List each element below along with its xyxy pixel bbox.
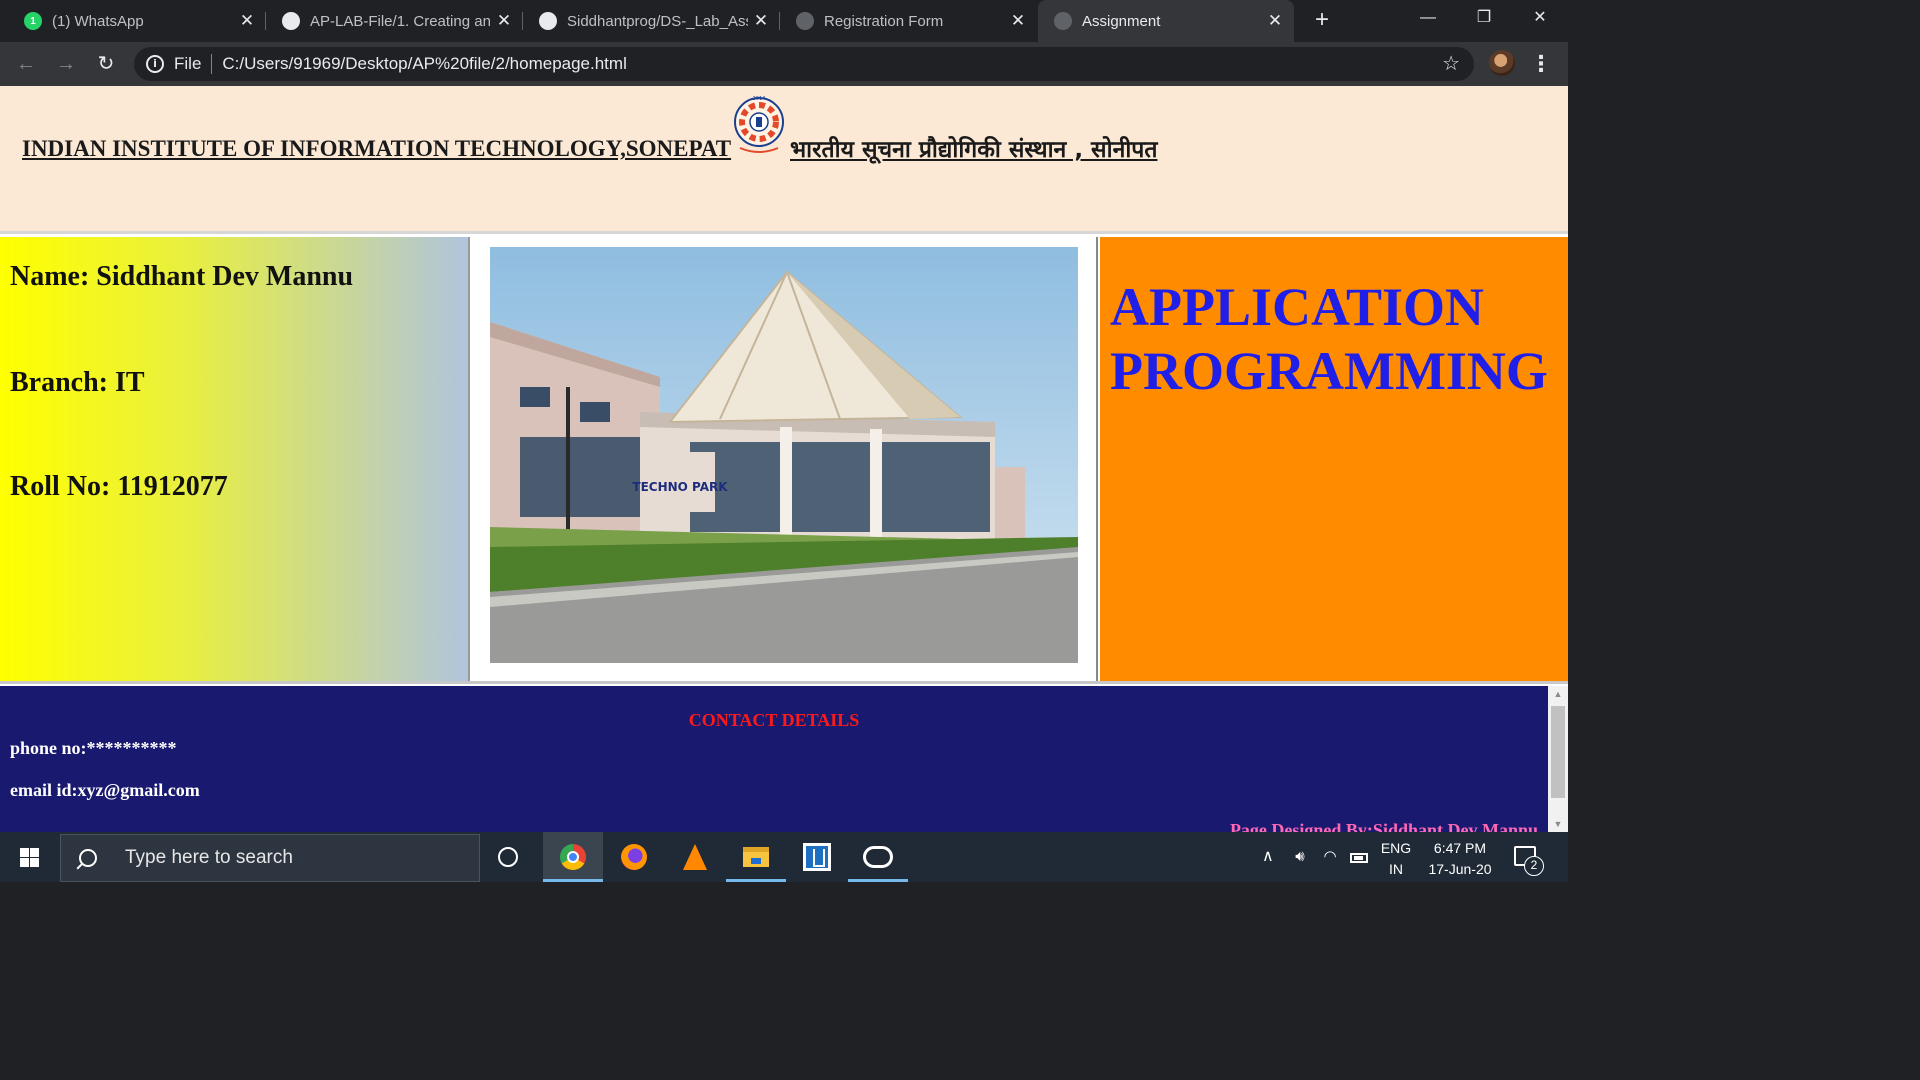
language-region: IN — [1389, 861, 1403, 877]
taskbar-vlc[interactable] — [665, 832, 725, 882]
student-name: Name: Siddhant Dev Mannu — [10, 261, 354, 292]
battery-icon[interactable] — [1350, 853, 1368, 863]
institute-name-hindi: भारतीय सूचना प्रौद्योगिकी संस्थान , सोनी… — [790, 137, 1158, 163]
taskbar-code-editor[interactable] — [787, 832, 847, 882]
scroll-up-icon[interactable]: ▲ — [1548, 686, 1568, 702]
game-bar-icon — [863, 846, 893, 868]
contact-phone: phone no:********** — [10, 738, 177, 758]
scrollbar-thumb[interactable] — [1551, 706, 1565, 798]
browser-tab-strip: 1 (1) WhatsApp ✕ AP-LAB-File/1. Creating… — [0, 0, 1568, 42]
logo-year: 2014 — [753, 96, 766, 102]
contact-footer: CONTACT DETAILS phone no:********** emai… — [0, 686, 1548, 832]
tab-whatsapp[interactable]: 1 (1) WhatsApp ✕ — [8, 0, 266, 42]
taskbar-chrome[interactable] — [543, 832, 603, 882]
window-close-icon[interactable]: ✕ — [1512, 0, 1568, 36]
close-tab-icon[interactable]: ✕ — [1262, 11, 1288, 31]
code-editor-icon — [803, 843, 831, 871]
minimize-icon[interactable]: — — [1400, 0, 1456, 36]
contact-details-heading: CONTACT DETAILS — [688, 710, 860, 730]
taskbar-file-explorer[interactable] — [726, 832, 786, 882]
input-language-indicator[interactable]: ENG IN — [1376, 838, 1416, 880]
tab-title: Assignment — [1082, 12, 1161, 30]
new-tab-button[interactable]: + — [1308, 6, 1336, 34]
taskbar-search-box[interactable]: Type here to search — [60, 834, 480, 882]
clock-time: 6:47 PM — [1433, 840, 1487, 856]
github-icon — [282, 12, 300, 30]
scroll-down-icon[interactable]: ▼ — [1548, 816, 1568, 832]
campus-building-photo: TECHNO PARK — [490, 247, 1078, 663]
taskbar-firefox[interactable] — [604, 832, 664, 882]
close-tab-icon[interactable]: ✕ — [491, 11, 517, 31]
page-scrollbar[interactable]: ▲ ▼ — [1548, 686, 1568, 832]
wifi-icon[interactable]: ◠ — [1320, 847, 1340, 867]
start-button[interactable] — [0, 832, 58, 882]
clock-date: 17-Jun-20 — [1428, 861, 1492, 877]
close-tab-icon[interactable]: ✕ — [1005, 11, 1031, 31]
scheme-label: File — [174, 54, 202, 73]
globe-icon — [796, 12, 814, 30]
firefox-icon — [621, 844, 647, 870]
url-text[interactable]: C:/Users/91969/Desktop/AP%20file/2/homep… — [222, 54, 626, 74]
student-details-panel: Name: Siddhant Dev Mannu Branch: IT Roll… — [0, 237, 470, 681]
language-code: ENG — [1380, 840, 1412, 856]
browser-menu-icon[interactable]: ⋮ — [1530, 50, 1552, 78]
globe-icon — [1054, 12, 1072, 30]
tab-assignment[interactable]: Assignment ✕ — [1038, 0, 1294, 42]
cortana-icon[interactable] — [498, 847, 518, 867]
whatsapp-icon: 1 — [24, 12, 42, 30]
back-arrow-icon[interactable]: ← — [12, 50, 40, 78]
subject-title-line1: APPLICATION — [1110, 277, 1485, 337]
techno-park-sign: TECHNO PARK — [632, 480, 728, 494]
address-bar[interactable]: i File C:/Users/91969/Desktop/AP%20file/… — [134, 47, 1474, 81]
forward-arrow-icon[interactable]: → — [52, 50, 80, 78]
browser-toolbar: ← → ↻ i File C:/Users/91969/Desktop/AP%2… — [0, 42, 1568, 86]
bookmark-star-icon[interactable]: ☆ — [1442, 51, 1460, 76]
tab-title: Registration Form — [824, 12, 944, 30]
tab-title: Siddhantprog/DS-_Lab_Assi — [567, 12, 748, 30]
search-icon — [79, 849, 97, 867]
chrome-icon — [560, 844, 586, 870]
close-tab-icon[interactable]: ✕ — [234, 11, 260, 31]
windows-logo-icon — [20, 848, 39, 867]
windows-taskbar: Type here to search ∧ 🔊︎ ◠ ENG IN 6:47 P… — [0, 832, 1568, 882]
github-icon — [539, 12, 557, 30]
tab-title: AP-LAB-File/1. Creating an — [310, 12, 491, 30]
profile-avatar[interactable] — [1489, 50, 1515, 76]
subject-title-line2: PROGRAMMING — [1110, 341, 1548, 401]
page-header: INDIAN INSTITUTE OF INFORMATION TECHNOLO… — [0, 86, 1568, 234]
vlc-icon — [683, 844, 707, 870]
system-clock[interactable]: 6:47 PM 17-Jun-20 — [1420, 838, 1500, 880]
tab-github-ap-lab[interactable]: AP-LAB-File/1. Creating an ✕ — [266, 0, 523, 42]
page-designer-credit: Page Designed By:Siddhant Dev Mannu — [1229, 820, 1538, 832]
volume-icon[interactable]: 🔊︎ — [1290, 847, 1310, 867]
tab-github-ds-lab[interactable]: Siddhantprog/DS-_Lab_Assi ✕ — [523, 0, 780, 42]
site-info-icon[interactable]: i — [146, 55, 164, 73]
campus-photo-panel: TECHNO PARK — [472, 237, 1098, 681]
iiit-sonepat-logo: 2014 — [734, 96, 784, 153]
restore-icon[interactable]: ❐ — [1456, 0, 1512, 36]
reload-icon[interactable]: ↻ — [92, 50, 120, 78]
student-roll-number: Roll No: 11912077 — [10, 471, 228, 502]
tab-registration-form[interactable]: Registration Form ✕ — [780, 0, 1037, 42]
student-branch: Branch: IT — [10, 367, 145, 398]
contact-email: email id:xyz@gmail.com — [10, 780, 200, 800]
notification-count-badge: 2 — [1524, 856, 1544, 876]
content-row: Name: Siddhant Dev Mannu Branch: IT Roll… — [0, 237, 1568, 684]
taskbar-game-bar[interactable] — [848, 832, 908, 882]
tab-title: (1) WhatsApp — [52, 12, 144, 30]
institute-name-english: INDIAN INSTITUTE OF INFORMATION TECHNOLO… — [22, 136, 732, 161]
subject-panel: APPLICATION PROGRAMMING — [1100, 237, 1568, 681]
web-page: INDIAN INSTITUTE OF INFORMATION TECHNOLO… — [0, 86, 1568, 832]
search-placeholder: Type here to search — [125, 847, 293, 868]
show-hidden-icons-chevron-icon[interactable]: ∧ — [1262, 846, 1274, 866]
subject-title: APPLICATION PROGRAMMING — [1110, 275, 1548, 403]
close-tab-icon[interactable]: ✕ — [748, 11, 774, 31]
file-explorer-icon — [743, 847, 769, 867]
